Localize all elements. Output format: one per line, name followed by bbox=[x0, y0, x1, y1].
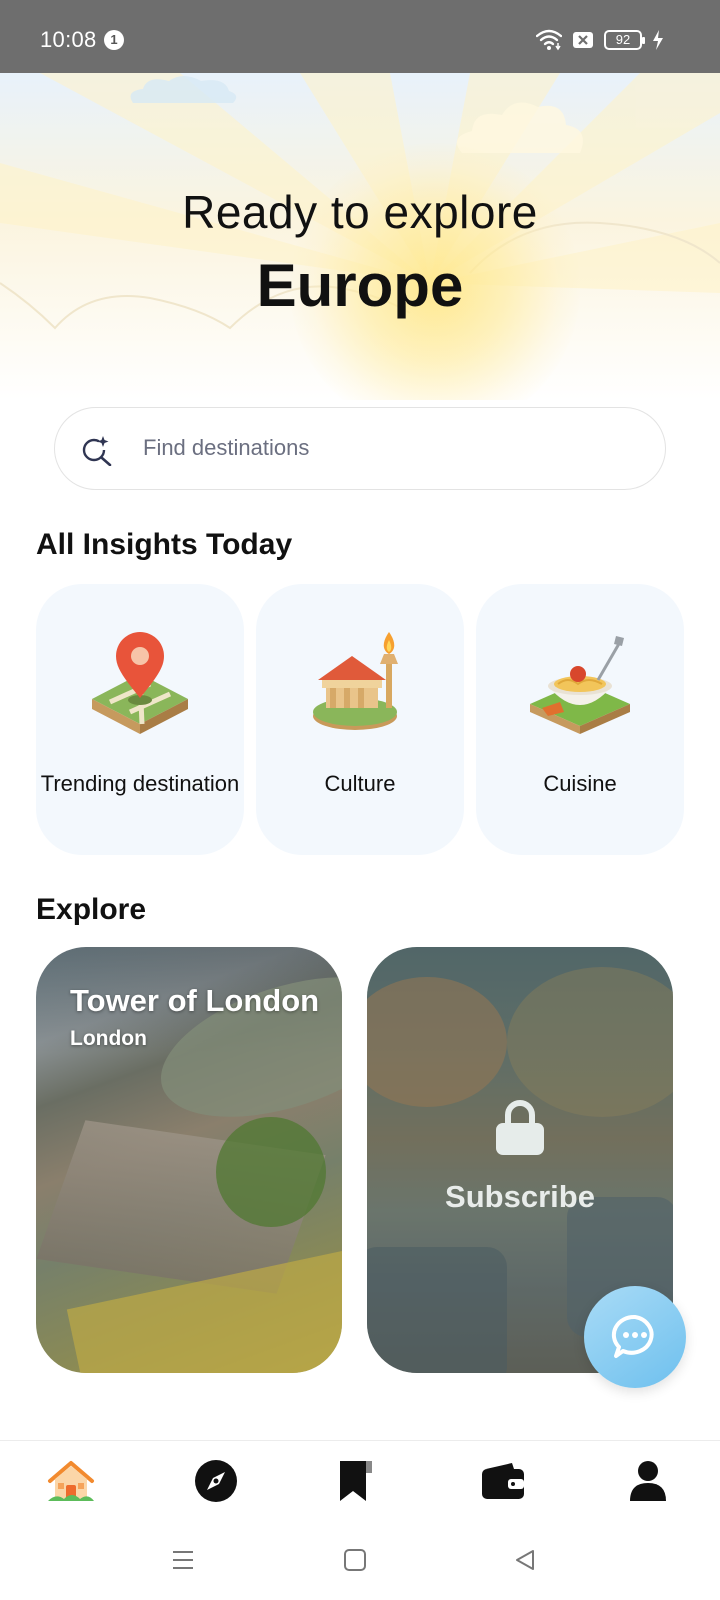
hero-banner: Ready to explore Europe bbox=[0, 73, 720, 400]
explore-card-title: Tower of London bbox=[70, 983, 320, 1018]
insight-label: Culture bbox=[324, 771, 396, 796]
nav-saved[interactable] bbox=[326, 1451, 386, 1511]
menu-icon bbox=[173, 1551, 193, 1569]
system-menu-button[interactable] bbox=[163, 1540, 203, 1580]
nav-profile[interactable] bbox=[618, 1451, 678, 1511]
status-time: 10:08 bbox=[40, 27, 97, 52]
cloud-decoration bbox=[130, 76, 237, 103]
insight-label: Trending destination bbox=[40, 771, 240, 796]
search-input[interactable] bbox=[143, 408, 643, 488]
map-pin-icon bbox=[92, 632, 188, 734]
nav-explore[interactable] bbox=[186, 1451, 246, 1511]
status-bar: 10:08 1 92 bbox=[0, 0, 720, 73]
square-icon bbox=[344, 1549, 366, 1571]
insights-section-title: All Insights Today bbox=[36, 528, 293, 561]
subscribe-label: Subscribe bbox=[445, 1179, 595, 1214]
lock-icon bbox=[496, 1100, 544, 1155]
wifi-icon bbox=[536, 29, 562, 51]
compass-icon bbox=[195, 1460, 237, 1502]
insight-card-cuisine[interactable]: Cuisine bbox=[476, 584, 684, 855]
system-home-button[interactable] bbox=[335, 1540, 375, 1580]
hero-subtitle: Europe bbox=[256, 252, 464, 319]
no-sim-icon bbox=[573, 32, 593, 48]
charging-icon bbox=[653, 30, 663, 50]
temple-torch-icon bbox=[313, 632, 398, 730]
explore-section-title: Explore bbox=[36, 893, 147, 926]
battery-indicator: 92 bbox=[604, 30, 645, 50]
search-bar[interactable] bbox=[54, 407, 666, 490]
photo-river bbox=[143, 949, 342, 1145]
hero-title: Ready to explore bbox=[182, 186, 538, 238]
profile-icon bbox=[630, 1461, 666, 1501]
back-triangle-icon bbox=[516, 1550, 534, 1570]
nav-wallet[interactable] bbox=[473, 1451, 533, 1511]
ai-search-icon bbox=[82, 436, 112, 466]
chat-bubble-icon bbox=[611, 1314, 654, 1358]
explore-card-subtitle: London bbox=[70, 1027, 147, 1050]
system-back-button[interactable] bbox=[505, 1540, 545, 1580]
insight-card-trending[interactable]: Trending destination bbox=[36, 584, 244, 855]
wallet-icon bbox=[482, 1463, 524, 1499]
home-icon bbox=[48, 1461, 94, 1501]
pasta-bowl-icon bbox=[530, 636, 630, 734]
system-nav-bar bbox=[0, 1520, 720, 1600]
bottom-nav bbox=[0, 1440, 720, 1520]
chat-button[interactable] bbox=[584, 1286, 686, 1388]
insight-card-culture[interactable]: Culture bbox=[256, 584, 464, 855]
photo-trees bbox=[216, 1117, 326, 1227]
nav-home[interactable] bbox=[41, 1451, 101, 1511]
notification-badge: 1 bbox=[104, 30, 124, 50]
bookmark-icon bbox=[340, 1461, 372, 1501]
explore-card-tower-of-london[interactable]: Tower of London London bbox=[36, 947, 342, 1373]
insight-label: Cuisine bbox=[543, 771, 617, 796]
status-icons: 92 bbox=[536, 28, 664, 52]
